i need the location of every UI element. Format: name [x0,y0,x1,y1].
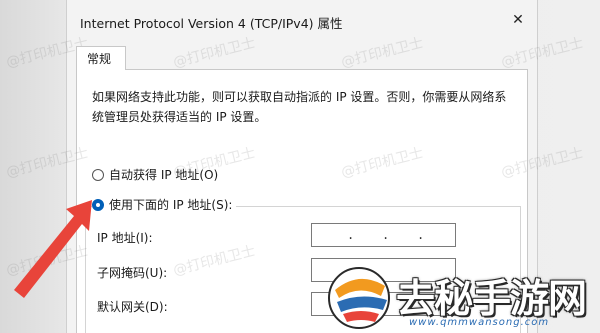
radio-auto-ip-indicator[interactable] [92,168,104,181]
radio-auto-ip[interactable]: 自动获得 IP 地址(O) [92,166,218,183]
general-tab-panel: 如果网络支持此功能，则可以获取自动指派的 IP 设置。否则，你需要从网络系统管理… [76,69,528,333]
radio-manual-ip-indicator[interactable] [92,198,104,211]
radio-auto-ip-label: 自动获得 IP 地址(O) [109,168,219,182]
ip-octet-separator: . [347,228,355,242]
manual-ip-group: IP 地址(I): . . . 子网掩码(U): 默认网关(D): [85,206,521,333]
ip-octet-separator: . [382,228,390,242]
subnet-mask-input[interactable] [311,258,456,282]
close-icon: ✕ [512,12,524,28]
radio-manual-ip[interactable]: 使用下面的 IP 地址(S): [92,196,237,213]
screenshot-page: Internet Protocol Version 4 (TCP/IPv4) 属… [0,0,600,333]
background-area [0,0,66,333]
ip-address-label: IP 地址(I): [97,231,153,245]
description-text: 如果网络支持此功能，则可以获取自动指派的 IP 设置。否则，你需要从网络系统管理… [92,90,507,124]
subnet-mask-label: 子网掩码(U): [97,266,168,280]
ipv4-properties-dialog: Internet Protocol Version 4 (TCP/IPv4) 属… [66,0,538,333]
ip-octet-separator: . [417,228,425,242]
default-gateway-label: 默认网关(D): [97,300,168,314]
tab-general[interactable]: 常规 [76,46,126,70]
title-bar: Internet Protocol Version 4 (TCP/IPv4) 属… [67,0,537,40]
tab-strip: 常规 [67,40,537,70]
close-button[interactable]: ✕ [505,8,531,32]
tab-general-label: 常规 [87,52,112,66]
ip-address-input[interactable]: . . . [311,223,456,247]
dialog-title: Internet Protocol Version 4 (TCP/IPv4) 属… [80,16,343,31]
radio-manual-ip-label: 使用下面的 IP 地址(S): [109,198,233,212]
default-gateway-input[interactable] [311,292,456,316]
